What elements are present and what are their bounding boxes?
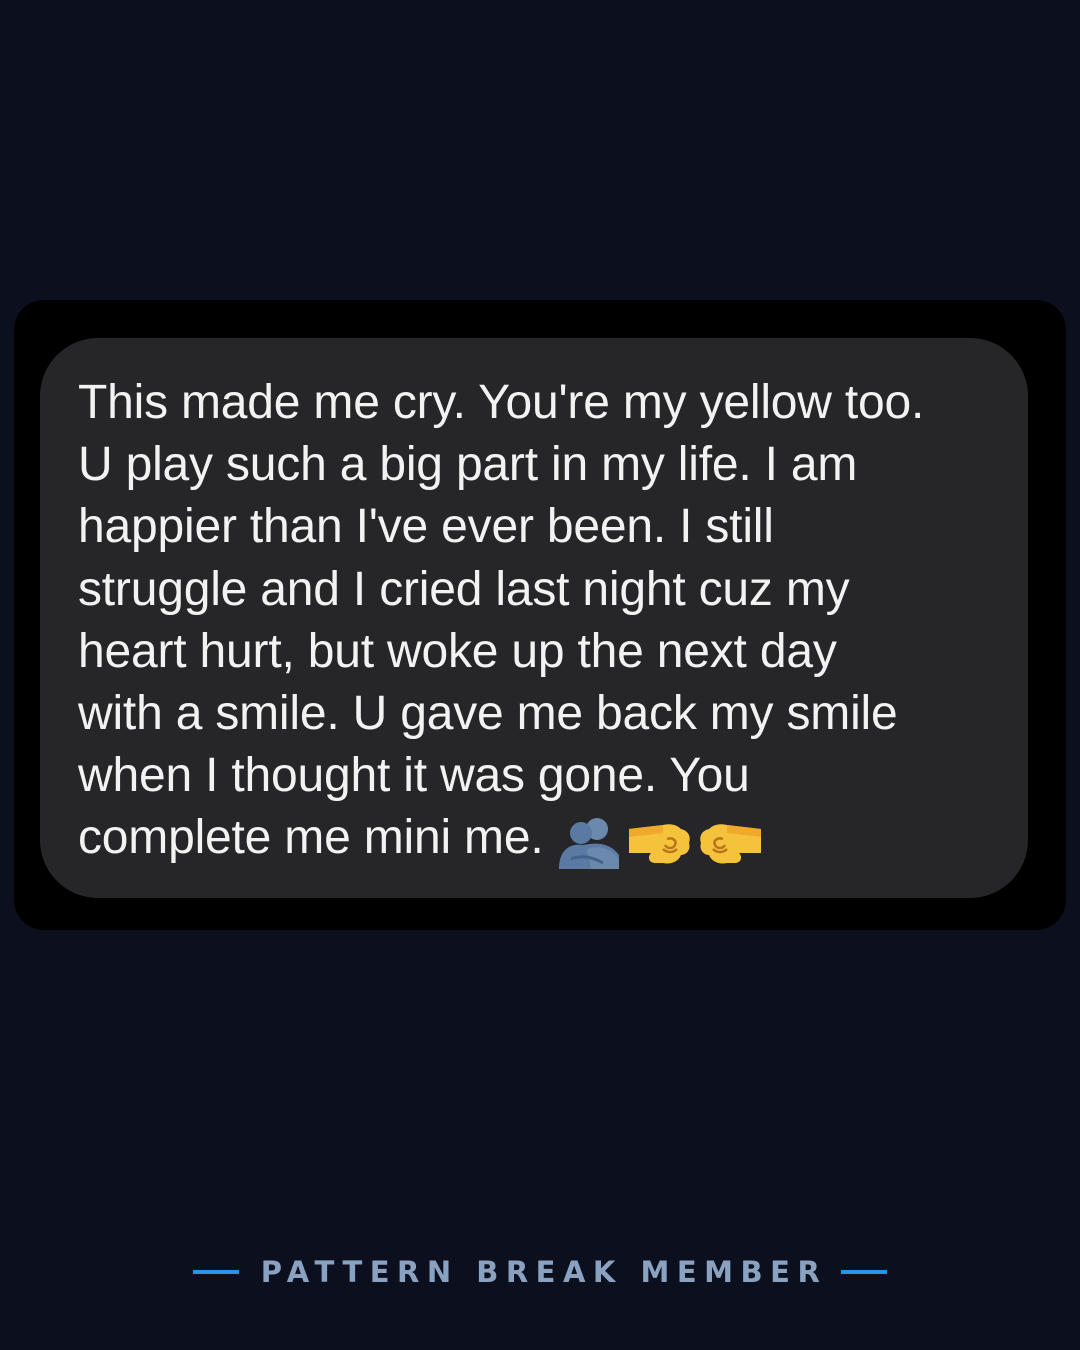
message-bubble[interactable]: This made me cry. You're my yellow too. … — [40, 338, 1028, 898]
emoji-row — [557, 815, 763, 887]
screenshot-frame: This made me cry. You're my yellow too. … — [14, 300, 1066, 930]
footer-rule-left — [192, 1270, 239, 1274]
left-facing-fist-icon — [627, 819, 693, 883]
footer-label: PATTERN BREAK MEMBER — [260, 1255, 828, 1289]
people-hugging-icon — [557, 815, 621, 887]
right-facing-fist-icon — [697, 819, 763, 883]
footer: PATTERN BREAK MEMBER — [0, 1252, 1080, 1292]
message-body: This made me cry. You're my yellow too. … — [78, 376, 925, 865]
footer-rule-right — [841, 1270, 888, 1274]
message-text: This made me cry. You're my yellow too. … — [78, 372, 998, 887]
